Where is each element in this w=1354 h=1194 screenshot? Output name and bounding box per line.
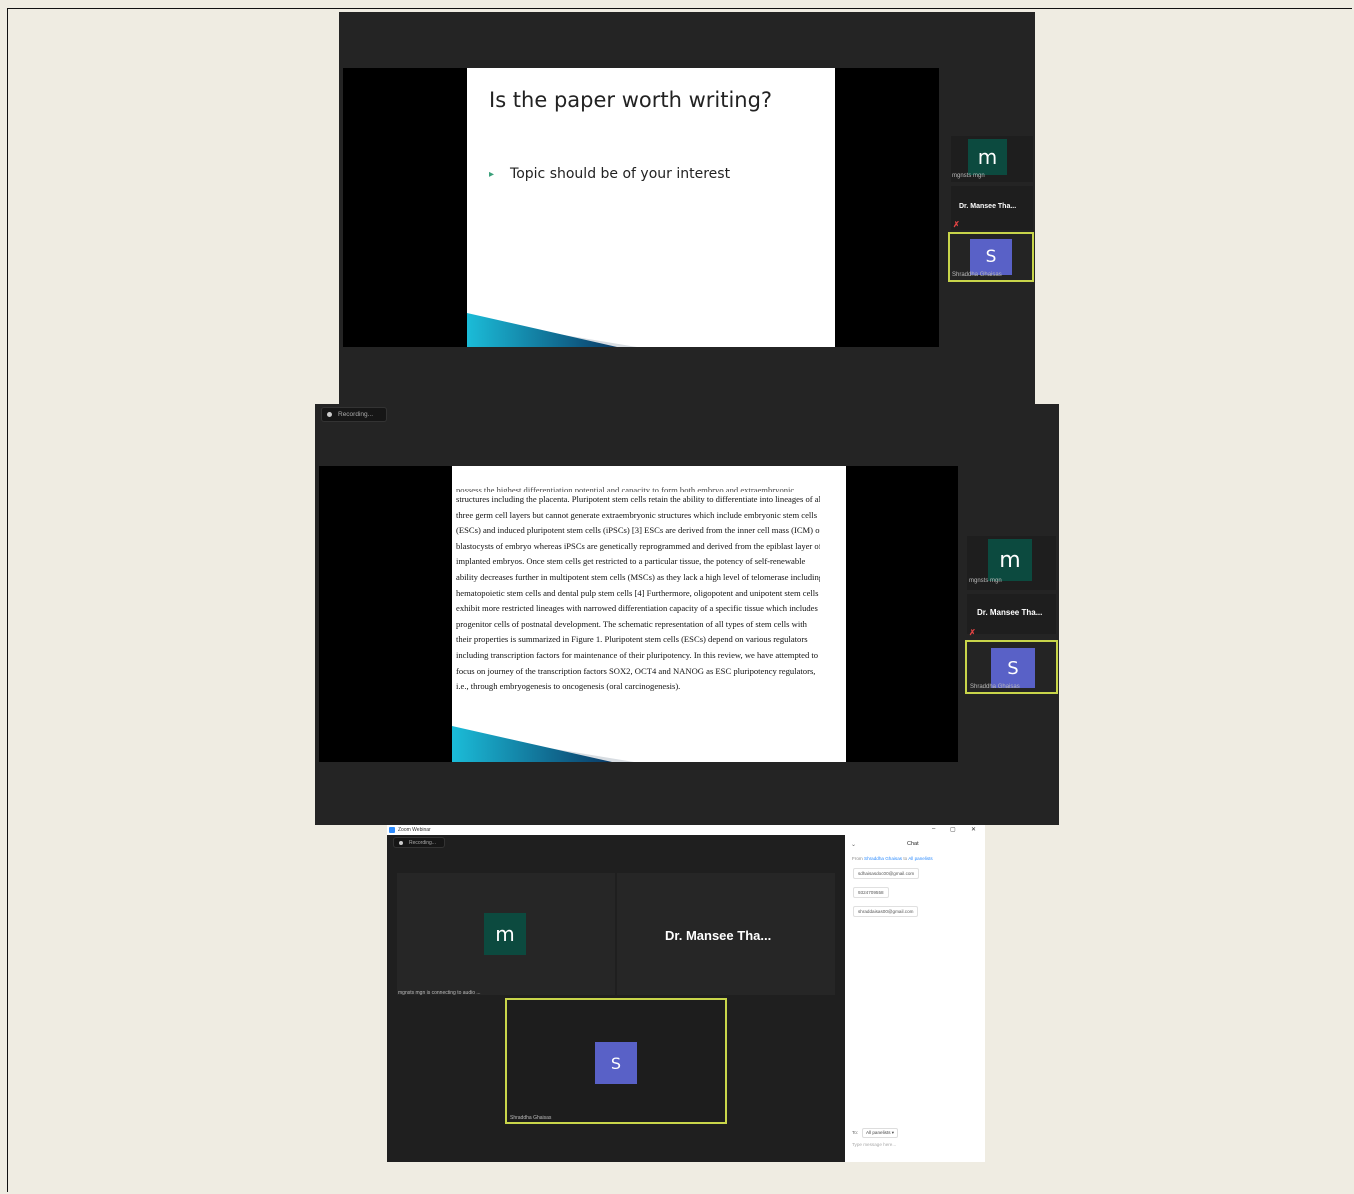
document-line: focus on journey of the transcription fa… [456, 665, 816, 676]
recording-icon [327, 412, 332, 417]
window-titlebar: Zoom Webinar – ▢ ✕ [387, 825, 985, 835]
presentation-slide: Is the paper worth writing? ▸ Topic shoul… [467, 68, 835, 347]
document-line: progenitor cells of postnatal developmen… [456, 618, 807, 629]
bullet-icon: ▸ [489, 168, 495, 180]
slide-decoration [452, 726, 634, 762]
muted-mic-icon: ✗ [969, 628, 976, 637]
chat-from-line: From Shraddha Ghaisas to All panelists [852, 856, 933, 861]
maximize-button[interactable]: ▢ [950, 826, 956, 833]
document-line: i.e., through embryogenesis to oncogenes… [456, 681, 681, 692]
recipient-name: All panelists [908, 856, 933, 861]
document-line: hematopoietic stem cells and dental pulp… [456, 587, 819, 598]
chat-message: sdhaisasdoc00@gmail.com [853, 868, 920, 879]
recording-indicator[interactable]: Recording... [393, 837, 445, 848]
active-speaker-tile[interactable]: S Shraddha Ghaisas [505, 998, 727, 1124]
chat-panel: ⌄ Chat From Shraddha Ghaisas to All pane… [845, 835, 985, 1162]
document-text: possess the highest differentiation pote… [456, 485, 820, 695]
document-line: implanted embryos. Once stem cells get r… [456, 556, 806, 567]
chat-to-label: To: [852, 1130, 859, 1135]
recipient-dropdown-value: All panelists [866, 1130, 891, 1135]
participant-name: Dr. Mansee Tha... [977, 608, 1043, 617]
participant-name: Dr. Mansee Tha... [665, 928, 772, 943]
sender-name: Shraddha Ghaisas [864, 856, 903, 861]
document-line: including transcription factors for main… [456, 649, 819, 660]
chevron-down-icon: ▾ [891, 1130, 895, 1135]
zoom-webinar-window: Zoom Webinar – ▢ ✕ Recording... m mgnsts… [387, 825, 985, 1162]
participant-tile[interactable]: m mgnsts mgn [951, 136, 1033, 182]
participant-name: mgnsts mgn [969, 578, 1002, 584]
participant-avatar: S [970, 239, 1012, 275]
collapse-chat-icon[interactable]: ⌄ [851, 841, 856, 848]
document-line: possess the highest differentiation pote… [456, 485, 795, 492]
participant-tile[interactable]: Dr. Mansee Tha... [617, 873, 835, 995]
shared-screen: Is the paper worth writing? ▸ Topic shoul… [343, 68, 939, 347]
document-line: exhibit more restricted lineages with na… [456, 603, 818, 614]
chat-message: shraddaisas00@gmail.com [853, 906, 919, 917]
slide-bullet: ▸ Topic should be of your interest [489, 166, 730, 182]
participant-avatar: m [484, 913, 526, 955]
minimize-button[interactable]: – [932, 826, 935, 832]
recording-icon [399, 840, 403, 845]
participant-tile[interactable]: m mgnsts mgn [967, 536, 1056, 590]
participant-name: Shraddha Ghaisas [510, 1115, 552, 1121]
recording-label: Recording... [409, 839, 436, 846]
audio-status-text: mgnsts mgn is connecting to audio ... [398, 990, 481, 996]
participant-tile[interactable]: m [397, 873, 615, 995]
slide-title: Is the paper worth writing? [489, 88, 773, 112]
document-line: structures including the placenta. Pluri… [456, 494, 820, 504]
shared-screen: possess the highest differentiation pote… [319, 466, 958, 762]
from-label: From [852, 856, 863, 861]
participant-name: mgnsts mgn [952, 173, 985, 179]
participant-avatar: m [988, 539, 1032, 581]
document-line: ability decreases further in multipotent… [456, 571, 820, 582]
document-line: (ESCs) and induced pluripotent stem cell… [456, 525, 820, 536]
participant-avatar: S [595, 1042, 637, 1084]
zoom-logo-icon [389, 827, 395, 833]
document-line: three germ cell layers but cannot genera… [456, 509, 818, 520]
participant-avatar: m [968, 139, 1007, 175]
participant-name: Dr. Mansee Tha... [959, 203, 1017, 210]
recipient-dropdown[interactable]: All panelists ▾ [862, 1128, 899, 1138]
meeting-screenshot-1: Is the paper worth writing? ▸ Topic shoul… [339, 12, 1035, 404]
active-speaker-tile[interactable]: S Shraddha Ghaisas [965, 640, 1058, 694]
slide-decoration [467, 313, 637, 347]
chat-title: Chat [907, 841, 919, 847]
participant-name: Shraddha Ghaisas [970, 684, 1020, 690]
muted-mic-icon: ✗ [953, 220, 960, 229]
close-button[interactable]: ✕ [971, 826, 976, 833]
shared-document: possess the highest differentiation pote… [452, 466, 846, 762]
window-title: Zoom Webinar [398, 827, 431, 833]
chat-message: 9324709558 [853, 887, 889, 898]
participant-avatar: S [991, 648, 1035, 688]
active-speaker-tile[interactable]: S Shraddha Ghaisas [948, 232, 1034, 282]
chat-message-input[interactable]: Type message here... [852, 1142, 896, 1147]
participant-tile[interactable]: Dr. Mansee Tha... [967, 594, 1056, 634]
meeting-screenshot-2: Recording... possess the highest differe… [315, 404, 1059, 825]
document-line: their properties is summarized in Figure… [456, 634, 808, 645]
to-label: to [903, 856, 908, 861]
recording-indicator[interactable]: Recording... [321, 407, 387, 422]
recording-label: Recording... [338, 411, 374, 418]
slide-bullet-text: Topic should be of your interest [510, 166, 731, 182]
participant-name: Shraddha Ghaisas [952, 272, 1002, 278]
document-line: blastocysts of embryo whereas iPSCs are … [456, 540, 820, 551]
participant-tile[interactable]: Dr. Mansee Tha... [951, 186, 1033, 230]
